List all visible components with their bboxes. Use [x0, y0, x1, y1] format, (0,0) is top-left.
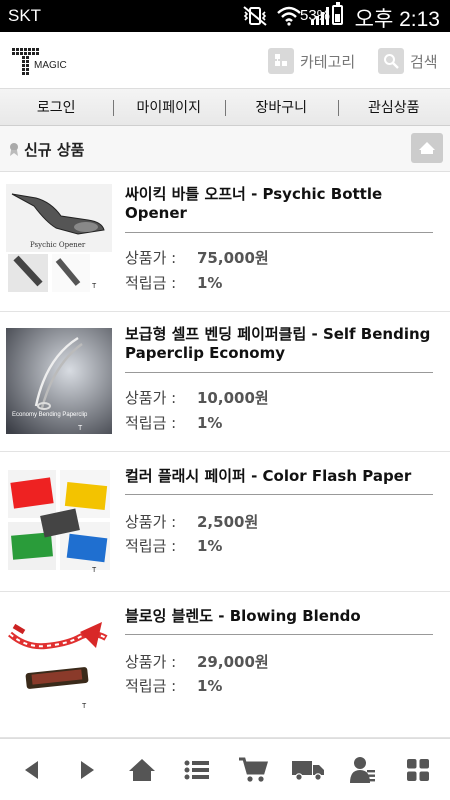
svg-text:T: T — [82, 703, 87, 710]
thumb-caption: Psychic Opener — [30, 241, 86, 249]
wifi-icon — [277, 6, 301, 26]
search-icon — [378, 48, 404, 74]
bottom-toolbar — [0, 738, 450, 800]
delivery-button[interactable] — [288, 750, 328, 790]
menu-grid-button[interactable] — [398, 750, 438, 790]
list-icon — [184, 760, 210, 779]
points-value: 1% — [197, 274, 223, 292]
home-up-icon — [419, 142, 435, 154]
nav-wishlist[interactable]: 관심상품 — [337, 89, 450, 125]
thumb-caption: Economy Bending Paperclip — [12, 412, 88, 418]
nav-login[interactable]: 로그인 — [0, 89, 113, 125]
divider — [125, 232, 433, 233]
points-row: 적립금 : 1% — [125, 412, 222, 433]
product-item[interactable]: Psychic Opener T 싸이킥 바틀 오프너 - Psychic Bo… — [0, 172, 450, 312]
section-title: 신규 상품 — [24, 141, 85, 159]
price-label: 상품가 : — [125, 653, 177, 671]
product-item[interactable]: T 블로잉 블렌도 - Blowing Blendo 상품가 :29,000원 … — [0, 592, 450, 738]
nav-mypage[interactable]: 마이페이지 — [112, 89, 226, 125]
grid-icon — [407, 758, 430, 781]
clock: 오후 2:13 — [354, 8, 440, 31]
header: MAGIC 카테고리 검색 — [0, 32, 450, 88]
logo-text: MAGIC — [34, 60, 67, 71]
price-value: 75,000원 — [197, 249, 269, 267]
price-label: 상품가 : — [125, 389, 177, 407]
section-header: 신규 상품 — [0, 126, 450, 172]
points-label: 적립금 : — [125, 414, 177, 432]
user-icon — [350, 756, 376, 783]
home-icon — [129, 758, 156, 781]
search-button[interactable]: 검색 — [378, 46, 438, 76]
price-row: 상품가 : 10,000원 — [125, 387, 269, 408]
divider — [125, 494, 433, 495]
product-name[interactable]: 블로잉 블렌도 - Blowing Blendo — [125, 607, 435, 626]
product-image[interactable]: T — [6, 608, 112, 718]
points-value: 1% — [197, 537, 223, 555]
category-list-button[interactable] — [177, 750, 217, 790]
price-row: 상품가 : 2,500원 — [125, 511, 258, 532]
back-arrow-icon — [24, 760, 38, 779]
points-row: 적립금 : 1% — [125, 272, 222, 293]
price-value: 29,000원 — [197, 653, 269, 671]
cart-icon — [238, 757, 268, 782]
top-nav: 로그인 마이페이지 장바구니 관심상품 — [0, 88, 450, 126]
forward-button[interactable] — [67, 750, 107, 790]
ribbon-icon — [10, 143, 18, 156]
home-button[interactable] — [122, 750, 162, 790]
price-value: 2,500원 — [197, 513, 259, 531]
price-row: 상품가 : 29,000원 — [125, 651, 269, 672]
product-image[interactable]: T — [6, 466, 112, 576]
battery-icon — [332, 2, 343, 25]
back-button[interactable] — [12, 750, 52, 790]
svg-text:T: T — [92, 567, 97, 574]
status-bar: SKT 53% 오후 2:13 — [0, 0, 450, 32]
price-label: 상품가 : — [125, 513, 177, 531]
product-name[interactable]: 컬러 플래시 페이퍼 - Color Flash Paper — [125, 467, 435, 486]
battery-percent: 53% — [300, 7, 331, 24]
category-icon — [268, 48, 294, 74]
vibrate-mute-icon — [243, 6, 267, 26]
search-label: 검색 — [410, 52, 438, 71]
divider — [125, 634, 433, 635]
product-name[interactable]: 보급형 셀프 벤딩 페이퍼클립 - Self Bending Paperclip… — [125, 325, 435, 363]
divider — [125, 372, 433, 373]
product-image[interactable]: Economy Bending Paperclip T — [6, 328, 112, 438]
product-item[interactable]: T 컬러 플래시 페이퍼 - Color Flash Paper 상품가 : 2,… — [0, 452, 450, 592]
points-row: 적립금 : 1% — [125, 675, 222, 696]
forward-arrow-icon — [80, 760, 94, 779]
category-button[interactable]: 카테고리 — [268, 46, 355, 76]
points-row: 적립금 : 1% — [125, 535, 222, 556]
points-value: 1% — [197, 677, 223, 695]
svg-text:T: T — [92, 283, 97, 290]
price-row: 상품가 : 75,000원 — [125, 247, 269, 268]
nav-cart[interactable]: 장바구니 — [225, 89, 338, 125]
points-label: 적립금 : — [125, 274, 177, 292]
carrier-label: SKT — [8, 6, 42, 25]
product-item[interactable]: Economy Bending Paperclip T 보급형 셀프 벤딩 페이… — [0, 312, 450, 452]
product-image[interactable]: Psychic Opener T — [6, 184, 112, 294]
scroll-top-button[interactable] — [411, 133, 443, 163]
product-name[interactable]: 싸이킥 바틀 오프너 - Psychic Bottle Opener — [125, 185, 435, 223]
points-label: 적립금 : — [125, 677, 177, 695]
price-label: 상품가 : — [125, 249, 177, 267]
points-value: 1% — [197, 414, 223, 432]
my-account-button[interactable] — [343, 750, 383, 790]
points-label: 적립금 : — [125, 537, 177, 555]
price-value: 10,000원 — [197, 389, 269, 407]
magic-logo[interactable]: MAGIC — [12, 48, 82, 76]
cart-button[interactable] — [233, 750, 273, 790]
category-label: 카테고리 — [300, 52, 356, 71]
svg-text:T: T — [78, 425, 83, 432]
delivery-truck-icon — [291, 760, 324, 781]
